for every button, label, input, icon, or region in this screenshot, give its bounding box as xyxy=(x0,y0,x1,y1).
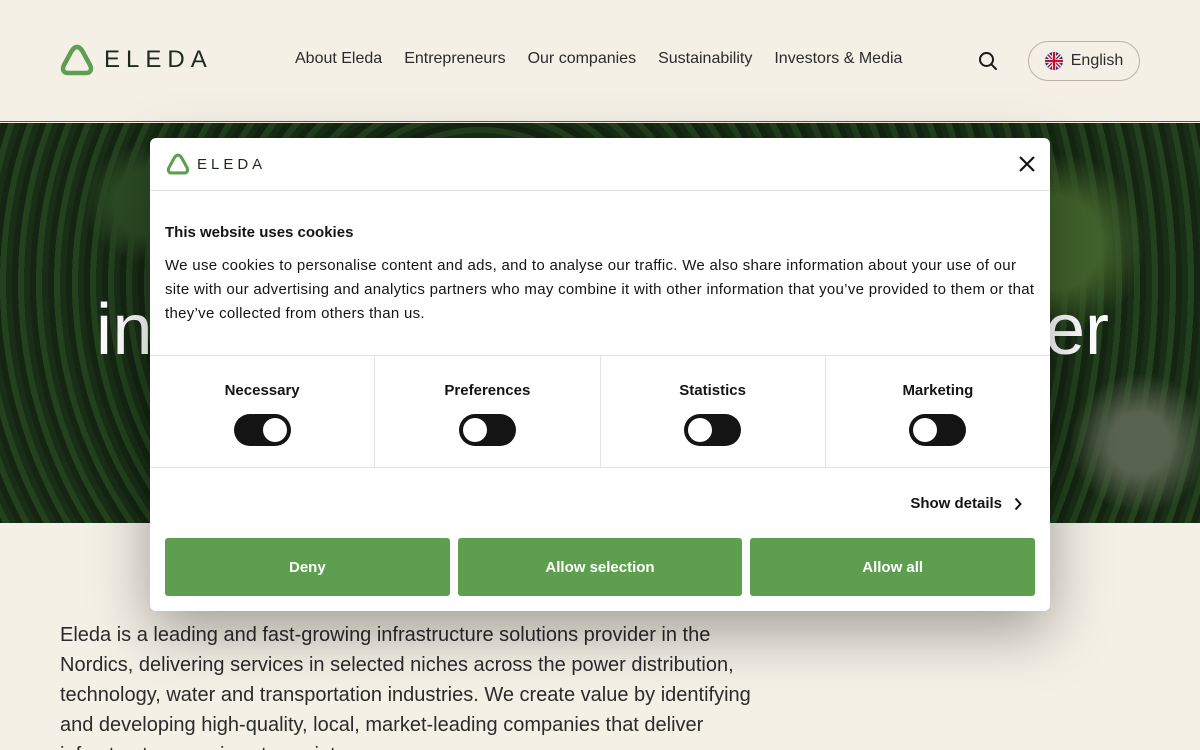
nav-our-companies[interactable]: Our companies xyxy=(528,50,637,68)
chevron-right-icon xyxy=(1014,497,1022,510)
cookie-action-buttons: Deny Allow selection Allow all xyxy=(165,538,1036,596)
cookie-dialog-header: ELEDA xyxy=(150,138,1050,191)
toggle-knob xyxy=(262,418,287,442)
toggle-knob xyxy=(688,418,713,442)
uk-flag-icon xyxy=(1044,52,1063,70)
cookie-dialog-body: This website uses cookies We use cookies… xyxy=(150,191,1050,356)
toggle-knob xyxy=(913,418,938,442)
show-details-link[interactable]: Show details xyxy=(910,495,1022,512)
language-label: English xyxy=(1070,52,1124,69)
allow-selection-button[interactable]: Allow selection xyxy=(457,538,743,596)
cookie-category-toggles: Necessary Preferences Statistics Marketi… xyxy=(150,355,1050,468)
toggle-cell-statistics: Statistics xyxy=(601,356,826,467)
cookie-dialog-title: This website uses cookies xyxy=(165,224,354,241)
main-nav: About Eleda Entrepreneurs Our companies … xyxy=(295,50,902,68)
hero-headline-start: in xyxy=(96,290,154,370)
toggle-cell-marketing: Marketing xyxy=(826,356,1050,467)
show-details-label: Show details xyxy=(910,495,1002,512)
necessary-toggle[interactable] xyxy=(233,414,291,446)
nav-about-eleda[interactable]: About Eleda xyxy=(295,50,382,68)
preferences-toggle[interactable] xyxy=(458,414,516,446)
toggle-label-marketing: Marketing xyxy=(902,382,974,399)
hero-headline-end: er xyxy=(1045,290,1110,370)
toggle-cell-preferences: Preferences xyxy=(375,356,601,467)
marketing-toggle[interactable] xyxy=(909,414,967,446)
toggle-label-statistics: Statistics xyxy=(679,382,746,399)
toggle-label-necessary: Necessary xyxy=(224,382,300,399)
close-button[interactable] xyxy=(1017,154,1037,174)
nav-sustainability[interactable]: Sustainability xyxy=(658,50,752,68)
toggle-cell-necessary: Necessary xyxy=(150,356,376,467)
search-icon xyxy=(979,52,997,70)
toggle-label-preferences: Preferences xyxy=(444,382,531,399)
nav-investors-media[interactable]: Investors & Media xyxy=(774,50,902,68)
nav-entrepreneurs[interactable]: Entrepreneurs xyxy=(404,50,505,68)
toggle-knob xyxy=(462,418,487,442)
search-button[interactable] xyxy=(976,49,1000,73)
logo-wordmark: ELEDA xyxy=(104,46,213,73)
eleda-logo[interactable]: ELEDA xyxy=(60,44,213,76)
deny-button[interactable]: Deny xyxy=(165,538,450,596)
intro-paragraph: Eleda is a leading and fast-growing infr… xyxy=(60,624,751,750)
statistics-toggle[interactable] xyxy=(684,414,742,446)
cookie-dialog-wordmark: ELEDA xyxy=(197,155,267,173)
eleda-logo-icon xyxy=(60,44,94,76)
cookie-dialog-logo: ELEDA xyxy=(166,153,266,175)
eleda-logo-icon xyxy=(166,153,190,175)
allow-all-button[interactable]: Allow all xyxy=(750,538,1036,596)
close-icon xyxy=(1019,156,1035,172)
site-header: ELEDA About Eleda Entrepreneurs Our comp… xyxy=(0,0,1200,122)
cookie-dialog-text: We use cookies to personalise content an… xyxy=(165,257,1035,322)
cookie-consent-dialog: ELEDA This website uses cookies We use c… xyxy=(150,138,1050,611)
language-selector[interactable]: English xyxy=(1028,41,1140,81)
